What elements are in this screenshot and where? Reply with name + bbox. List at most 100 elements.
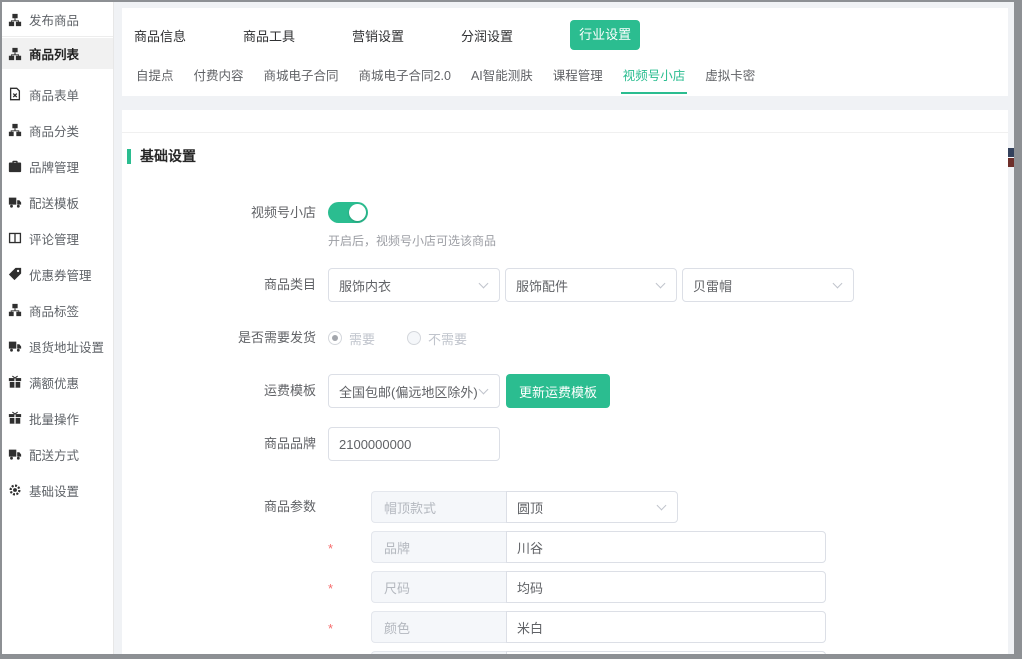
primary-tab-4[interactable]: 行业设置	[570, 20, 640, 50]
primary-tabs: 商品信息 商品工具 营销设置 分润设置 行业设置	[134, 20, 1008, 50]
sidebar-item-7[interactable]: 优惠券管理	[2, 256, 113, 292]
required-mark	[328, 506, 371, 509]
sidebar-item-9[interactable]: 退货地址设置	[2, 328, 113, 364]
secondary-tabs: 自提点付费内容商城电子合同商城电子合同2.0 AI智能测肤课程管理视频号小店虚拟卡…	[134, 63, 1008, 94]
chevron-down-icon	[833, 278, 843, 288]
sidebar-item-2[interactable]: 商品表单	[2, 76, 113, 112]
sidebar-item-13[interactable]: 基础设置	[2, 472, 113, 508]
sidebar-item-label: 品牌管理	[29, 157, 79, 176]
app-window: 发布商品商品列表商品表单商品分类品牌管理配送模板评论管理优惠券管理商品标签退货地…	[0, 0, 1022, 659]
share-nodes-icon	[8, 13, 22, 27]
sidebar-spacer	[2, 69, 113, 76]
briefcase-icon	[8, 159, 22, 173]
params-label: 商品参数	[132, 491, 328, 654]
secondary-tab-0[interactable]: 自提点	[134, 63, 176, 94]
params-list: 帽顶款式圆顶*品牌川谷*尺码均码*颜色米白	[328, 491, 826, 654]
category-select-level1-value: 服饰内衣	[339, 276, 391, 295]
shipping-required-row: 是否需要发货 需要 不需要	[132, 321, 1008, 355]
sidebar-item-4[interactable]: 品牌管理	[2, 148, 113, 184]
secondary-tab-3[interactable]: 商城电子合同2.0	[357, 63, 453, 94]
sidebar-item-10[interactable]: 满额优惠	[2, 364, 113, 400]
sidebar-item-3[interactable]: 商品分类	[2, 112, 113, 148]
sidebar-item-label: 商品列表	[29, 44, 79, 63]
freight-template-row: 运费模板 全国包邮(偏远地区除外) 更新运费模板	[132, 374, 1008, 408]
sidebar-item-11[interactable]: 批量操作	[2, 400, 113, 436]
category-select-level1[interactable]: 服饰内衣	[328, 268, 500, 302]
shipping-radio-0[interactable]: 需要	[328, 329, 375, 348]
param-value: 米白	[517, 618, 543, 637]
param-name-box	[371, 651, 506, 654]
sidebar-item-8[interactable]: 商品标签	[2, 292, 113, 328]
section-title-text: 基础设置	[140, 146, 196, 166]
section-title: 基础设置	[127, 146, 1008, 166]
param-value-input[interactable]	[506, 651, 826, 654]
chevron-down-icon	[479, 384, 489, 394]
clipped-widget-icon	[1008, 148, 1014, 157]
toggle-knob	[349, 204, 366, 221]
chevron-down-icon	[479, 278, 489, 288]
param-value: 圆顶	[517, 498, 543, 517]
tag-icon	[8, 267, 22, 281]
required-mark: *	[328, 578, 371, 596]
sidebar-item-label: 基础设置	[29, 481, 79, 500]
secondary-tab-5[interactable]: 课程管理	[551, 63, 605, 94]
radio-dot-icon	[328, 331, 342, 345]
clipped-floating-widget[interactable]	[1008, 148, 1014, 167]
update-freight-template-button[interactable]: 更新运费模板	[506, 374, 610, 408]
sidebar-item-12[interactable]: 配送方式	[2, 436, 113, 472]
secondary-tab-6[interactable]: 视频号小店	[621, 63, 688, 94]
channel-shop-toggle[interactable]	[328, 202, 368, 223]
param-name-box: 颜色	[371, 611, 506, 643]
shipping-radio-1[interactable]: 不需要	[407, 329, 467, 348]
radio-label: 不需要	[428, 329, 467, 348]
freight-template-label: 运费模板	[132, 374, 328, 408]
sidebar-item-label: 配送方式	[29, 445, 79, 464]
brand-input[interactable]	[328, 427, 500, 461]
sidebar: 发布商品商品列表商品表单商品分类品牌管理配送模板评论管理优惠券管理商品标签退货地…	[2, 2, 114, 654]
param-row-3: *颜色米白	[328, 611, 826, 643]
required-mark: *	[328, 618, 371, 636]
param-row-2: *尺码均码	[328, 571, 826, 603]
sidebar-item-0[interactable]: 发布商品	[2, 4, 113, 35]
sidebar-item-label: 优惠券管理	[29, 265, 92, 284]
freight-template-value: 全国包邮(偏远地区除外)	[339, 382, 478, 401]
param-value: 川谷	[517, 538, 543, 557]
category-select-level2[interactable]: 服饰配件	[505, 268, 677, 302]
channel-shop-label: 视频号小店	[132, 202, 328, 249]
channel-shop-row: 视频号小店 开启后，视频号小店可选该商品	[132, 202, 1008, 249]
param-value-input[interactable]: 川谷	[506, 531, 826, 563]
secondary-tab-7[interactable]: 虚拟卡密	[703, 63, 757, 94]
primary-tab-0[interactable]: 商品信息	[134, 26, 186, 45]
file-icon	[8, 87, 22, 101]
sidebar-item-label: 退货地址设置	[29, 337, 104, 356]
param-name-box: 尺码	[371, 571, 506, 603]
primary-tab-1[interactable]: 商品工具	[243, 26, 295, 45]
secondary-tab-1[interactable]: 付费内容	[192, 63, 246, 94]
primary-tab-3[interactable]: 分润设置	[461, 26, 513, 45]
clipped-widget-icon	[1008, 158, 1014, 167]
param-value-input[interactable]: 均码	[506, 571, 826, 603]
sidebar-item-1[interactable]: 商品列表	[2, 38, 113, 69]
param-value-select[interactable]: 圆顶	[506, 491, 678, 523]
sidebar-item-label: 商品标签	[29, 301, 79, 320]
category-select-level3[interactable]: 贝雷帽	[682, 268, 854, 302]
param-value-input[interactable]: 米白	[506, 611, 826, 643]
secondary-tab-2[interactable]: 商城电子合同	[262, 63, 341, 94]
category-label: 商品类目	[132, 268, 328, 302]
category-row: 商品类目 服饰内衣 服饰配件 贝雷帽	[132, 268, 1008, 302]
param-value: 均码	[517, 578, 543, 597]
sidebar-item-label: 批量操作	[29, 409, 79, 428]
secondary-tab-4[interactable]: AI智能测肤	[469, 63, 535, 94]
content-divider	[122, 110, 1008, 133]
sidebar-item-label: 评论管理	[29, 229, 79, 248]
param-row-1: *品牌川谷	[328, 531, 826, 563]
category-select-level3-value: 贝雷帽	[693, 276, 732, 295]
freight-template-select[interactable]: 全国包邮(偏远地区除外)	[328, 374, 500, 408]
primary-tab-2[interactable]: 营销设置	[352, 26, 404, 45]
shipping-required-label: 是否需要发货	[132, 321, 328, 355]
radio-label: 需要	[349, 329, 375, 348]
sidebar-item-6[interactable]: 评论管理	[2, 220, 113, 256]
gift-icon	[8, 411, 22, 425]
param-name-box: 帽顶款式	[371, 491, 506, 523]
sidebar-item-5[interactable]: 配送模板	[2, 184, 113, 220]
